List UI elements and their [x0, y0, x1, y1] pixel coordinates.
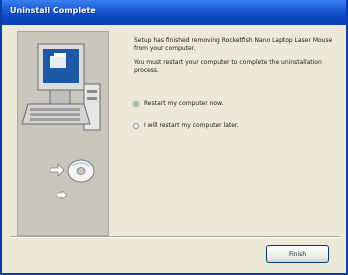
radio-restart-now[interactable] — [133, 101, 139, 107]
window-title: Uninstall Complete — [10, 6, 96, 15]
arrow-icon — [50, 164, 64, 176]
uninstall-dialog: Uninstall Complete Setup has finished re… — [0, 0, 348, 275]
message-finished: Setup has finished removing Rocketfish N… — [134, 37, 333, 52]
setup-graphic-panel — [17, 31, 109, 236]
cd-disc-icon — [67, 159, 95, 183]
option-restart-now[interactable]: Restart my computer now. — [133, 100, 223, 108]
option-restart-now-label: Restart my computer now. — [144, 100, 224, 107]
dialog-content: Setup has finished removing Rocketfish N… — [6, 28, 340, 236]
button-separator — [10, 236, 340, 238]
computer-icon — [21, 43, 101, 131]
radio-restart-later[interactable] — [133, 123, 139, 129]
message-area: Setup has finished removing Rocketfish N… — [134, 37, 342, 81]
option-restart-later[interactable]: I will restart my computer later. — [133, 122, 239, 130]
message-restart-required: You must restart your computer to comple… — [134, 59, 322, 74]
small-arrow-icon — [57, 191, 67, 199]
finish-button[interactable]: Finish — [266, 245, 329, 263]
option-restart-later-label: I will restart my computer later. — [144, 122, 239, 129]
title-bar[interactable]: Uninstall Complete — [2, 0, 346, 25]
